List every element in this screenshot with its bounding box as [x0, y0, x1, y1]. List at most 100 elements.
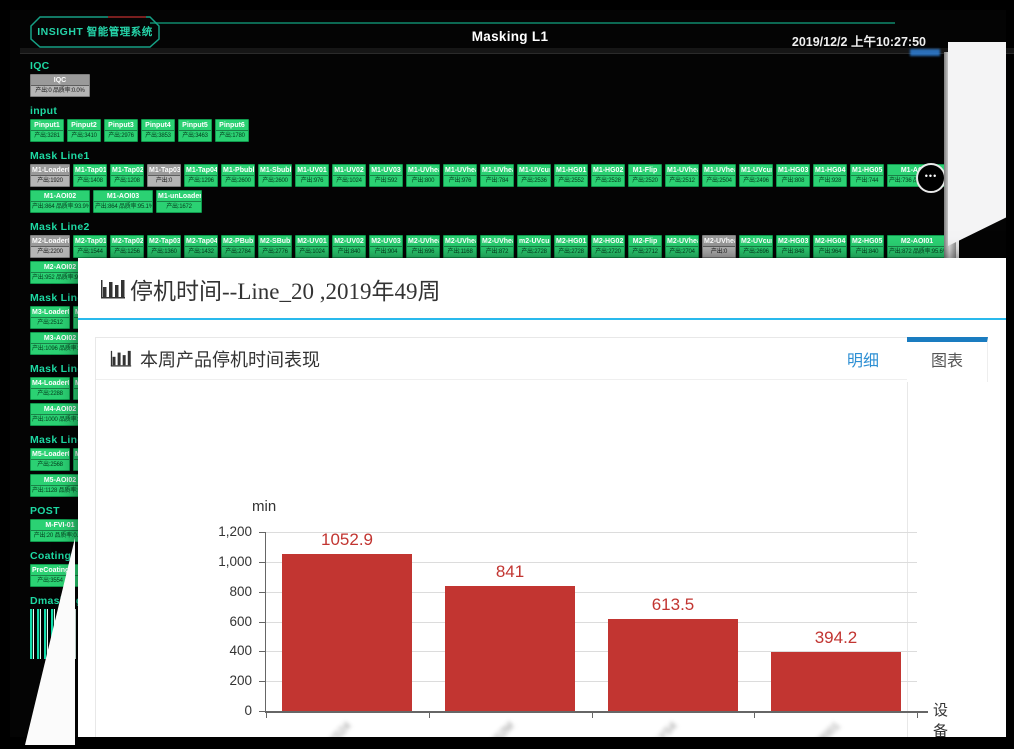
equipment-tile-pinput3[interactable]: Pinput3产出:2976 — [104, 119, 138, 142]
tile-output-value: 产出:800 — [407, 176, 439, 186]
equipment-tile-m2-uvcur01[interactable]: m2-UVcur01产出:2728 — [517, 235, 551, 258]
equipment-tile-pinput2[interactable]: Pinput2产出:3410 — [67, 119, 101, 142]
equipment-tile-m2-uvhead01[interactable]: M2-UVhead01产出:696 — [406, 235, 440, 258]
equipment-tile-m2-tap03[interactable]: M2-Tap03产出:1360 — [147, 235, 181, 258]
equipment-tile-m1-tap03[interactable]: M1-Tap03产出:0 — [147, 164, 181, 187]
tile-name: M2-UV02 — [333, 236, 365, 247]
bar-3[interactable] — [771, 652, 901, 711]
equipment-tile-m2-uv02[interactable]: M2-UV02产出:840 — [332, 235, 366, 258]
tile-name: M1-HG04 — [814, 165, 846, 176]
tile-name: M2-UVhead01 — [407, 236, 439, 247]
equipment-tile-pinput6[interactable]: Pinput6产出:1780 — [215, 119, 249, 142]
equipment-tile-m2-tap04[interactable]: M2-Tap04产出:1432 — [184, 235, 218, 258]
equipment-tile-m3-loader01[interactable]: M3-Loader01产出:2512 — [30, 306, 70, 329]
equipment-tile-m2-uvhead04[interactable]: M2-UVhead04产出:2704 — [665, 235, 699, 258]
tile-output-value: 产出:1920 — [31, 176, 69, 186]
bar-0[interactable] — [282, 554, 412, 711]
section-label: IQC — [30, 60, 946, 72]
equipment-tile-m1-uvhead04[interactable]: M1-UVhead04产出:2512 — [665, 164, 699, 187]
equipment-tile-iqc[interactable]: IQC产出:0 品质率:0.0% — [30, 74, 90, 97]
tile-name: PreCoating1 — [31, 565, 69, 576]
equipment-tile-pinput5[interactable]: Pinput5产出:3463 — [178, 119, 212, 142]
tile-name: M5-Loader01 — [31, 449, 69, 460]
equipment-tile-m2-hg03[interactable]: M2-HG03产出:848 — [776, 235, 810, 258]
equipment-tile-m1-uvhead02[interactable]: M1-UVhead02产出:976 — [443, 164, 477, 187]
tile-name: M2-HG02 — [592, 236, 624, 247]
equipment-tile-m2-hg04[interactable]: M2-HG04产出:964 — [813, 235, 847, 258]
equipment-tile-m1-uvhead05[interactable]: M1-UVhead05产出:2504 — [702, 164, 736, 187]
equipment-tile-m2-hg05[interactable]: M2-HG05产出:840 — [850, 235, 884, 258]
equipment-tile-m2-uvhead05[interactable]: M2-UVhead05产出:0 — [702, 235, 736, 258]
equipment-tile-m2-uvhead03[interactable]: M2-UVhead03产出:872 — [480, 235, 514, 258]
tile-output-value: 产出:840 — [851, 247, 883, 257]
tile-output-value: 产出:2568 — [31, 460, 69, 470]
equipment-tile-m2-sbubble[interactable]: M2-SBubble产出:2776 — [258, 235, 292, 258]
bar-1[interactable] — [445, 586, 575, 711]
tile-output-value: 产出:2504 — [703, 176, 735, 186]
equipment-tile-m2-uvcur02[interactable]: M2-UVcur02产出:2696 — [739, 235, 773, 258]
equipment-tile-m1-unloader02[interactable]: M1-unLoader02产出:1672 — [156, 190, 202, 213]
tile-name: M2-UVhead02 — [444, 236, 476, 247]
equipment-tile-m2-hg02[interactable]: M2-HG02产出:2720 — [591, 235, 625, 258]
equipment-tile-m1-hg05[interactable]: M1-HG05产出:744 — [850, 164, 884, 187]
more-button[interactable]: ••• — [916, 163, 946, 193]
equipment-tile-m1-uv01[interactable]: M1-UV01产出:976 — [295, 164, 329, 187]
equipment-tile-m1-uvcur02[interactable]: M1-UVcur02产出:2496 — [739, 164, 773, 187]
tile-name: M1-HG03 — [777, 165, 809, 176]
equipment-tile-m1-aoi02[interactable]: M1-AOI02产出:864 品质率:93.9% — [30, 190, 90, 213]
tile-output-value: 产出:1672 — [157, 202, 201, 212]
bar-2[interactable] — [608, 619, 738, 711]
equipment-tile-m1-hg02[interactable]: M1-HG02产出:2528 — [591, 164, 625, 187]
equipment-tile-m1-tap02[interactable]: M1-Tap02产出:1208 — [110, 164, 144, 187]
tile-name: M2-UVhead03 — [481, 236, 513, 247]
tile-name: Pinput5 — [179, 120, 211, 131]
equipment-tile-pinput1[interactable]: Pinput1产出:3281 — [30, 119, 64, 142]
equipment-tile-m1-tap01[interactable]: M1-Tap01产出:1408 — [73, 164, 107, 187]
equipment-tile-m1-tap04[interactable]: M1-Tap04产出:1296 — [184, 164, 218, 187]
equipment-tile-m1-uvcur01[interactable]: M1-UVcur01产出:2536 — [517, 164, 551, 187]
equipment-tile-m4-loader01[interactable]: M4-Loader01产出:2288 — [30, 377, 70, 400]
equipment-tile-m2-hg01[interactable]: M2-HG01产出:2728 — [554, 235, 588, 258]
equipment-tile-pinput4[interactable]: Pinput4产出:3853 — [141, 119, 175, 142]
equipment-tile-m2-tap02[interactable]: M2-Tap02产出:1256 — [110, 235, 144, 258]
tile-output-value: 产出:1296 — [185, 176, 217, 186]
x-category-label-blurred: M88001 — [792, 720, 843, 737]
equipment-tile-m2-loader01[interactable]: M2-Loader01产出:2200 — [30, 235, 70, 258]
equipment-tile-m2-flip[interactable]: M2-Flip产出:2712 — [628, 235, 662, 258]
tile-output-value: 产出:864 品质率:93.9% — [31, 202, 89, 212]
x-category-label-blurred: M YS2M — [466, 720, 517, 737]
equipment-tile-m1-sbubble[interactable]: M1-Sbubble产出:2600 — [258, 164, 292, 187]
bar-value-label: 394.2 — [771, 628, 901, 648]
equipment-tile-m1-hg03[interactable]: M1-HG03产出:808 — [776, 164, 810, 187]
tile-name: Pinput6 — [216, 120, 248, 131]
tile-output-value: 产出:696 — [407, 247, 439, 257]
equipment-tile-m1-uv03[interactable]: M1-UV03产出:592 — [369, 164, 403, 187]
tile-output-value: 产出:3281 — [31, 131, 63, 141]
equipment-tile-m1-hg01[interactable]: M1-HG01产出:2552 — [554, 164, 588, 187]
equipment-tile-m5-loader01[interactable]: M5-Loader01产出:2568 — [30, 448, 70, 471]
equipment-tile-m2-uv03[interactable]: M2-UV03产出:904 — [369, 235, 403, 258]
tile-name: M1-UVhead04 — [666, 165, 698, 176]
equipment-tile-m2-aoi01[interactable]: M2-AOI01产出:872 品质率:95.6% — [887, 235, 947, 258]
equipment-tile-m1-uvhead01[interactable]: M1-UVhead01产出:800 — [406, 164, 440, 187]
tile-output-value: 产出:0 — [703, 247, 735, 257]
bar-value-label: 1052.9 — [282, 530, 412, 550]
equipment-tile-m1-uv02[interactable]: M1-UV02产出:1024 — [332, 164, 366, 187]
equipment-tile-m2-uvhead02[interactable]: M2-UVhead02产出:1168 — [443, 235, 477, 258]
equipment-tile-m1-loader01[interactable]: M1-Loader01产出:1920 — [30, 164, 70, 187]
tile-name: M1-Tap01 — [74, 165, 106, 176]
equipment-tile-m1-pbubble[interactable]: M1-Pbubble产出:2600 — [221, 164, 255, 187]
toolbar-strip — [20, 48, 1014, 54]
unreadable-link[interactable] — [910, 49, 940, 56]
equipment-tile-m1-hg04[interactable]: M1-HG04产出:928 — [813, 164, 847, 187]
tile-name: M2-Tap03 — [148, 236, 180, 247]
equipment-tile-m2-pbubble[interactable]: M2-PBubble产出:2784 — [221, 235, 255, 258]
equipment-tile-m2-uv01[interactable]: M2-UV01产出:1024 — [295, 235, 329, 258]
equipment-tile-m1-uvhead03[interactable]: M1-UVhead03产出:784 — [480, 164, 514, 187]
tab-detail[interactable]: 明细 — [847, 347, 879, 371]
tile-name: M1-UVhead03 — [481, 165, 513, 176]
equipment-tile-m1-aoi03[interactable]: M1-AOI03产出:864 品质率:95.1% — [93, 190, 153, 213]
equipment-tile-m2-tap01[interactable]: M2-Tap01产出:1544 — [73, 235, 107, 258]
equipment-tile-m1-flip[interactable]: M1-Flip产出:2520 — [628, 164, 662, 187]
tab-chart-active[interactable]: 图表 — [907, 337, 988, 382]
